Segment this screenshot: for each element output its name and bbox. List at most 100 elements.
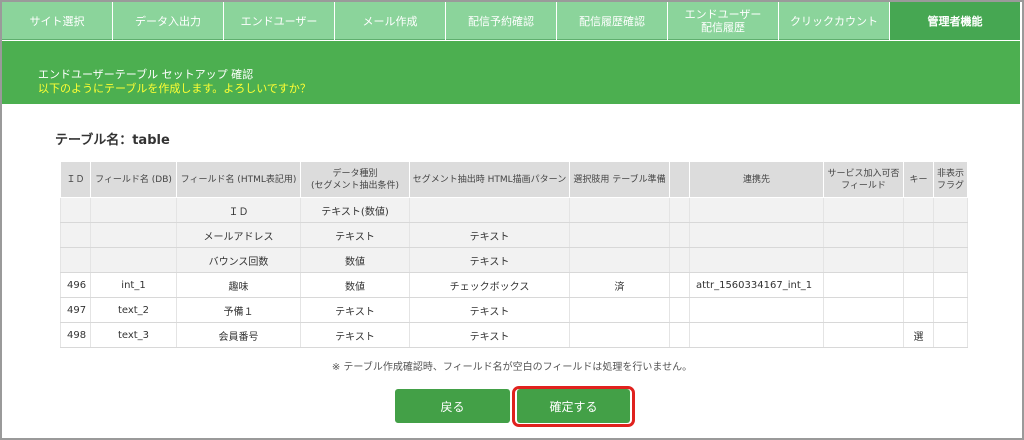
cell-key	[903, 297, 934, 323]
col-header-link: 連携先	[689, 161, 824, 198]
cell-link	[689, 322, 824, 348]
tab-delivery-reservation[interactable]: 配信予約確認	[446, 2, 557, 40]
note-text: ※ テーブル作成確認時、フィールド名が空白のフィールドは処理を行いません。	[331, 362, 693, 373]
cell-db-name	[90, 197, 177, 223]
cell-id	[60, 247, 91, 273]
col-header-html-pattern: セグメント抽出時 HTML描画パターン	[409, 161, 570, 198]
cell-id: 496	[60, 272, 91, 298]
tab-label: エンドユーザー	[684, 8, 762, 21]
col-header-blank	[669, 161, 690, 198]
tab-end-user-delivery-history[interactable]: エンドユーザー 配信履歴	[668, 2, 779, 40]
table-row: 496 int_1 趣味 数値 チェックボックス済 attr_1560334167_int…	[60, 272, 968, 298]
tab-label: データ入出力	[135, 14, 201, 28]
col-header-choice-prep: 選択肢用 テーブル準備	[569, 161, 670, 198]
tab-data-io[interactable]: データ入出力	[113, 2, 224, 40]
cell-html-name: 予備１	[176, 297, 301, 323]
cell-data-type: テキスト(数値)	[300, 197, 410, 223]
page-header: エンドユーザーテーブル セットアップ 確認 以下のようにテーブルを作成します。よ…	[2, 41, 1020, 104]
top-nav: サイト選択 データ入出力 エンドユーザー メール作成 配信予約確認 配信履歴確認…	[2, 2, 1020, 40]
cell-service	[823, 272, 904, 298]
cell-key	[903, 222, 934, 248]
cell-id: 498	[60, 322, 91, 348]
tab-label-line2: 配信履歴	[701, 21, 745, 34]
cell-html-pattern	[409, 197, 570, 223]
cell-service	[823, 322, 904, 348]
cell-html-pattern: テキスト	[409, 222, 570, 248]
cell-link	[689, 297, 824, 323]
cell-data-type: テキスト	[300, 297, 410, 323]
table-row: メールアドレス テキスト テキスト	[60, 222, 968, 248]
cell-choice-prep	[569, 247, 670, 273]
col-header-service: サービス加入可否 フィールド	[823, 161, 904, 198]
cell-blank	[669, 272, 690, 298]
cell-choice-prep: 済	[569, 272, 670, 298]
cell-key: 選	[903, 322, 934, 348]
cell-choice-prep	[569, 222, 670, 248]
back-button[interactable]: 戻る	[395, 389, 510, 423]
tab-delivery-history[interactable]: 配信履歴確認	[557, 2, 668, 40]
cell-data-type: 数値	[300, 272, 410, 298]
tab-label: 管理者機能	[927, 14, 983, 28]
col-header-data-type: データ種別 (セグメント抽出条件)	[300, 161, 410, 198]
page-subtitle: 以下のようにテーブルを作成します。よろしいですか？	[38, 82, 311, 95]
cell-html-pattern: チェックボックス	[409, 272, 570, 298]
cell-id	[60, 222, 91, 248]
table-header-row: ＩＤ フィールド名 (DB) フィールド名 (HTML表記用) データ種別 (セグ…	[60, 161, 968, 198]
cell-html-name: メールアドレス	[176, 222, 301, 248]
page-title: エンドユーザーテーブル セットアップ 確認	[38, 68, 254, 81]
field-table: ＩＤ フィールド名 (DB) フィールド名 (HTML表記用) データ種別 (セグ…	[60, 161, 968, 348]
cell-link	[689, 197, 824, 223]
cell-blank	[669, 297, 690, 323]
cell-service	[823, 197, 904, 223]
col-header-html-name: フィールド名 (HTML表記用)	[176, 161, 301, 198]
cell-hidden	[933, 222, 968, 248]
cell-blank	[669, 322, 690, 348]
tab-admin[interactable]: 管理者機能	[890, 2, 1020, 40]
cell-hidden	[933, 272, 968, 298]
tab-click-count[interactable]: クリックカウント	[779, 2, 890, 40]
table-row: 498 text_3 会員番号 テキスト テキスト選	[60, 322, 968, 348]
tab-label: メール作成	[362, 14, 418, 28]
col-header-hidden: 非表示 フラグ	[933, 161, 968, 198]
table-row: 497 text_2 予備１ テキスト テキスト	[60, 297, 968, 323]
cell-service	[823, 297, 904, 323]
col-header-key: キー	[903, 161, 934, 198]
cell-choice-prep	[569, 322, 670, 348]
cell-data-type: 数値	[300, 247, 410, 273]
cell-html-pattern: テキスト	[409, 322, 570, 348]
cell-blank	[669, 247, 690, 273]
cell-link	[689, 247, 824, 273]
col-header-id: ＩＤ	[60, 161, 91, 198]
cell-db-name: text_2	[90, 297, 177, 323]
cell-html-name: バウンス回数	[176, 247, 301, 273]
cell-html-pattern: テキスト	[409, 247, 570, 273]
table-row: バウンス回数 数値 テキスト	[60, 247, 968, 273]
cell-db-name	[90, 222, 177, 248]
tab-label: 配信履歴確認	[579, 14, 645, 28]
tab-label: 配信予約確認	[468, 14, 534, 28]
tab-end-user[interactable]: エンドユーザー	[224, 2, 335, 40]
tab-label: クリックカウント	[790, 14, 878, 28]
cell-id	[60, 197, 91, 223]
cell-key	[903, 197, 934, 223]
cell-hidden	[933, 322, 968, 348]
tab-label: サイト選択	[29, 14, 85, 28]
cell-html-name: 会員番号	[176, 322, 301, 348]
table-row: ＩＤ テキスト(数値)	[60, 197, 968, 223]
cell-hidden	[933, 297, 968, 323]
cell-choice-prep	[569, 197, 670, 223]
tab-site-select[interactable]: サイト選択	[2, 2, 113, 40]
cell-db-name: text_3	[90, 322, 177, 348]
confirm-button[interactable]: 確定する	[517, 389, 630, 423]
tab-label: エンドユーザー	[240, 14, 318, 28]
cell-hidden	[933, 247, 968, 273]
tab-mail-create[interactable]: メール作成	[335, 2, 446, 40]
cell-choice-prep	[569, 297, 670, 323]
table-name-label: テーブル名：table	[55, 133, 170, 148]
cell-html-name: ＩＤ	[176, 197, 301, 223]
cell-blank	[669, 197, 690, 223]
cell-id: 497	[60, 297, 91, 323]
cell-html-name: 趣味	[176, 272, 301, 298]
cell-hidden	[933, 197, 968, 223]
cell-service	[823, 222, 904, 248]
